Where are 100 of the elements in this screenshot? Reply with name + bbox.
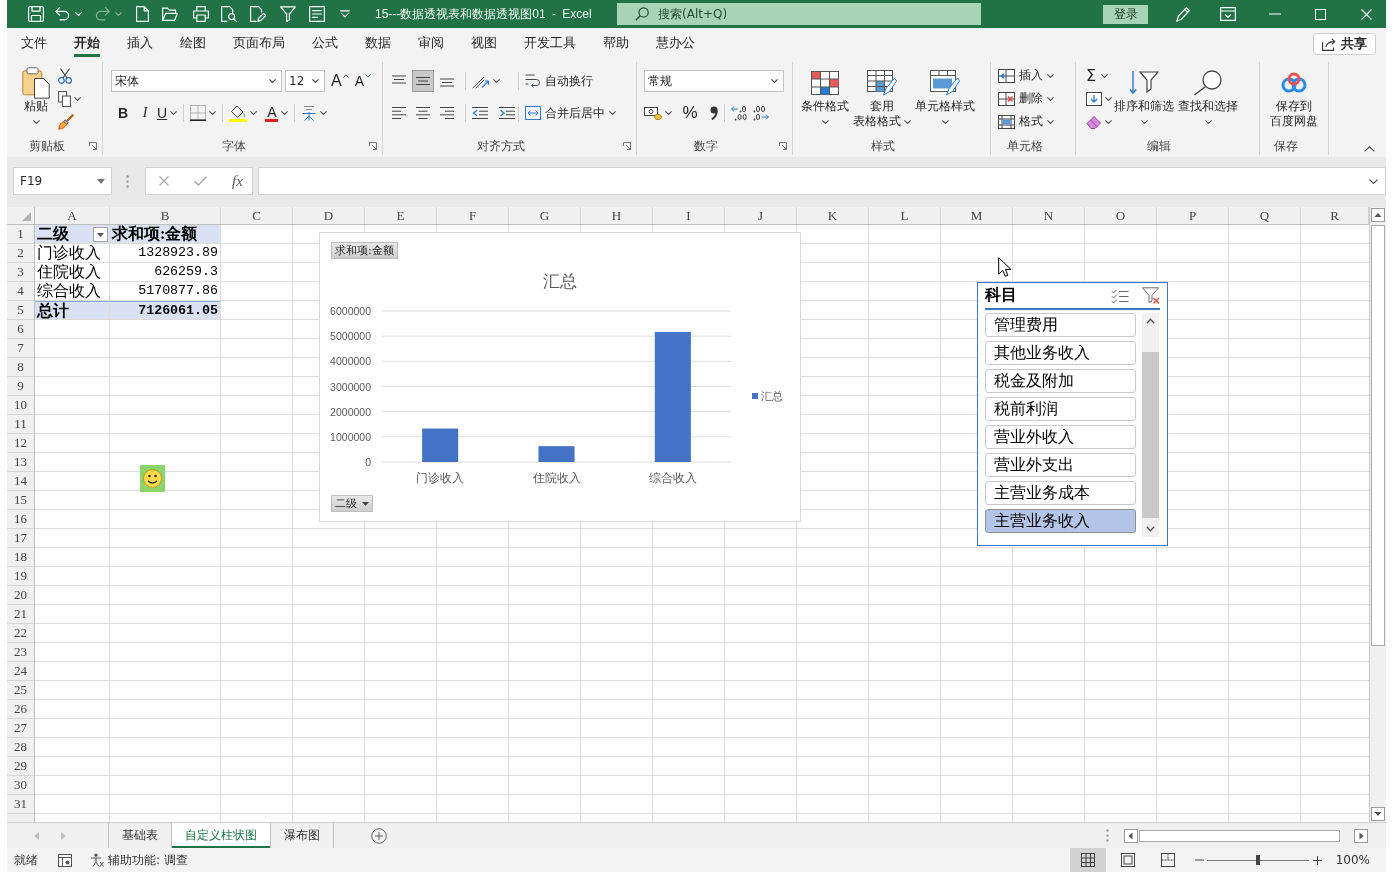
menu-tab[interactable]: 开发工具 — [524, 28, 576, 57]
align-center-icon[interactable] — [416, 107, 430, 119]
font-size-dropdown[interactable]: 12 — [285, 70, 325, 92]
row-number[interactable]: 7 — [7, 339, 34, 358]
increase-indent-icon[interactable] — [499, 107, 515, 119]
delete-cells-button[interactable]: 删除 — [998, 87, 1054, 110]
bold-button[interactable]: B — [113, 102, 133, 124]
row-number[interactable]: 23 — [7, 643, 34, 662]
insert-cells-button[interactable]: 插入 — [998, 64, 1054, 87]
slicer-item[interactable]: 税金及附加 — [985, 369, 1136, 393]
caret-icon[interactable] — [1105, 119, 1112, 124]
row-number[interactable]: 6 — [7, 320, 34, 339]
column-header[interactable]: C — [221, 207, 293, 224]
row-number[interactable]: 24 — [7, 662, 34, 681]
caret-icon[interactable] — [665, 111, 672, 115]
row-number[interactable]: 31 — [7, 795, 34, 814]
slicer-item[interactable]: 营业外支出 — [985, 453, 1136, 477]
row-number[interactable]: 29 — [7, 757, 34, 776]
sheet-tab[interactable]: 自定义柱状图 — [172, 823, 271, 848]
row-number[interactable]: 22 — [7, 624, 34, 643]
accounting-format-icon[interactable] — [644, 106, 662, 120]
caret-icon[interactable] — [1140, 119, 1148, 124]
undo-icon[interactable] — [55, 7, 70, 21]
dialog-launcher-icon[interactable] — [779, 142, 787, 150]
dialog-launcher-icon[interactable] — [623, 142, 631, 150]
dropdown-caret-icon[interactable] — [97, 178, 105, 184]
row-number[interactable]: 21 — [7, 605, 34, 624]
percent-button[interactable]: % — [680, 102, 700, 124]
row-number[interactable]: 2 — [7, 244, 34, 263]
customize-dropdown-icon[interactable] — [340, 10, 350, 18]
axis-field-button[interactable]: 二级 — [331, 495, 373, 512]
menu-tab[interactable]: 数据 — [365, 28, 391, 57]
search-field[interactable]: 搜索(Alt+Q) — [617, 3, 981, 25]
zoom-in-icon[interactable] — [1312, 855, 1322, 865]
column-header[interactable]: J — [725, 207, 797, 224]
top-align-icon[interactable] — [392, 75, 406, 87]
column-header[interactable]: O — [1085, 207, 1157, 224]
close-icon[interactable] — [1361, 8, 1372, 20]
menu-tab[interactable]: 页面布局 — [233, 28, 285, 57]
row-number[interactable]: 9 — [7, 377, 34, 396]
italic-button[interactable]: I — [135, 102, 155, 124]
underline-button[interactable]: U — [157, 102, 178, 124]
menu-tab[interactable]: 审阅 — [418, 28, 444, 57]
zoom-slider-thumb[interactable] — [1255, 855, 1260, 865]
row-number[interactable]: 8 — [7, 358, 34, 377]
row-number[interactable]: 1 — [7, 225, 34, 244]
row-number[interactable]: 10 — [7, 396, 34, 415]
filter-icon[interactable] — [280, 6, 296, 22]
slicer-item[interactable]: 主营业务收入 — [985, 509, 1136, 533]
row-number[interactable]: 27 — [7, 719, 34, 738]
row-number[interactable]: 12 — [7, 434, 34, 453]
slicer-item[interactable]: 其他业务收入 — [985, 341, 1136, 365]
fill-down-icon[interactable] — [1086, 91, 1102, 106]
column-header[interactable]: N — [1013, 207, 1085, 224]
scrollbar-thumb[interactable] — [1142, 352, 1159, 518]
clear-filter-icon[interactable] — [1142, 287, 1160, 304]
row-number[interactable]: 14 — [7, 472, 34, 491]
bottom-align-icon[interactable] — [440, 75, 454, 87]
middle-align-icon[interactable] — [412, 70, 434, 92]
column-header[interactable]: P — [1157, 207, 1229, 224]
new-document-icon[interactable] — [136, 6, 149, 22]
row-number[interactable]: 11 — [7, 415, 34, 434]
border-icon[interactable] — [190, 105, 207, 121]
caret-icon[interactable] — [941, 119, 949, 124]
save-to-cloud-button[interactable]: 保存到 百度网盘 — [1268, 62, 1320, 129]
page-layout-view-icon[interactable] — [1120, 853, 1135, 867]
row-number[interactable]: 26 — [7, 700, 34, 719]
accessibility-button[interactable]: 辅助功能: 调查 — [90, 851, 188, 869]
caret-icon[interactable] — [1047, 96, 1054, 101]
caret-icon[interactable] — [821, 119, 829, 124]
menu-tab[interactable]: 慧办公 — [656, 28, 695, 57]
caret-icon[interactable] — [32, 119, 40, 124]
row-number[interactable]: 25 — [7, 681, 34, 700]
row-number[interactable]: 3 — [7, 263, 34, 282]
caret-icon[interactable] — [170, 111, 178, 115]
font-name-dropdown[interactable]: 宋体 — [111, 70, 282, 92]
align-left-icon[interactable] — [392, 107, 406, 119]
row-number[interactable]: 19 — [7, 567, 34, 586]
number-format-dropdown[interactable]: 常规 — [644, 70, 784, 92]
scrollbar-thumb[interactable] — [1371, 225, 1385, 646]
cell-styles-button[interactable]: 单元格样式 — [913, 62, 977, 129]
menu-tab[interactable]: 插入 — [127, 28, 153, 57]
row-number[interactable]: 18 — [7, 548, 34, 567]
sort-filter-button[interactable]: 排序和筛选 — [1112, 62, 1176, 129]
zoom-level-button[interactable]: 100% — [1335, 853, 1370, 867]
caret-icon[interactable] — [209, 111, 217, 115]
caret-icon[interactable] — [312, 79, 319, 83]
shrink-font-button[interactable]: A — [354, 72, 371, 90]
caret-icon[interactable] — [771, 79, 778, 83]
caret-icon[interactable] — [493, 79, 500, 83]
menu-tab[interactable]: 绘图 — [180, 28, 206, 57]
row-number[interactable]: 15 — [7, 491, 34, 510]
paintbrush-icon[interactable] — [58, 113, 74, 130]
row-number[interactable]: 20 — [7, 586, 34, 605]
copy-icon[interactable] — [58, 90, 71, 107]
comma-style-icon[interactable] — [710, 106, 718, 120]
folder-icon[interactable] — [162, 7, 178, 21]
menu-tab[interactable]: 公式 — [312, 28, 338, 57]
redo-icon[interactable] — [95, 7, 110, 21]
caret-icon[interactable] — [1101, 73, 1109, 78]
